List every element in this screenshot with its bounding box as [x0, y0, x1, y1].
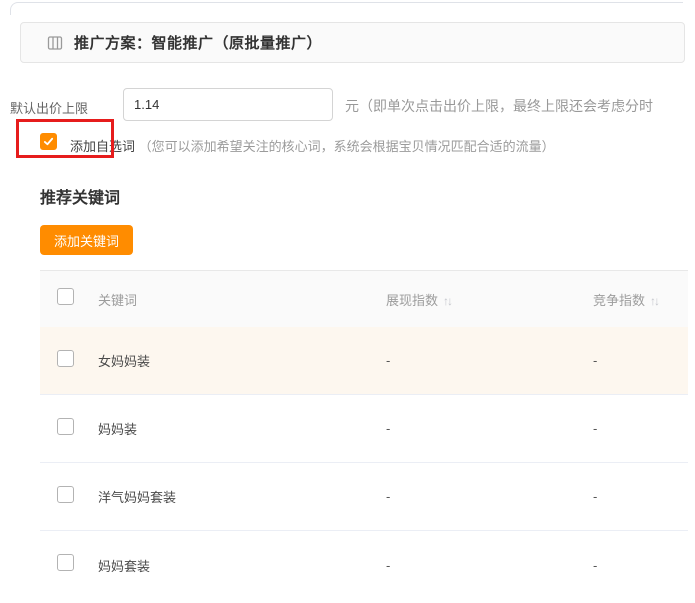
sort-icon[interactable]: ↑↓ [443, 294, 451, 308]
impression-cell: - [386, 421, 593, 436]
table-row[interactable]: 洋气妈妈套装 - - [40, 463, 688, 531]
keyword-cell: 女妈妈装 [98, 351, 386, 370]
recommended-keywords-title: 推荐关键词 [40, 184, 120, 208]
column-header-competition-label: 竞争指数 [593, 293, 645, 308]
column-header-keyword: 关键词 [98, 290, 386, 309]
competition-cell: - [593, 489, 688, 504]
keyword-cell: 妈妈套装 [98, 556, 386, 575]
add-custom-words-checkbox[interactable] [40, 133, 57, 150]
bid-limit-label: 默认出价上限 [10, 98, 88, 117]
impression-cell: - [386, 489, 593, 504]
plan-title: 推广方案：智能推广（原批量推广） [74, 32, 322, 53]
impression-cell: - [386, 558, 593, 573]
competition-cell: - [593, 558, 688, 573]
table-row[interactable]: 妈妈套装 - - [40, 531, 688, 599]
custom-words-line: 添加自选词 （您可以添加希望关注的核心词，系统会根据宝贝情况匹配合适的流量） [70, 136, 555, 155]
table-row[interactable]: 妈妈装 - - [40, 395, 688, 463]
card-top-border [10, 2, 683, 15]
add-keyword-button[interactable]: 添加关键词 [40, 225, 133, 255]
column-header-impression-label: 展现指数 [386, 293, 438, 308]
row-checkbox[interactable] [57, 486, 74, 503]
row-checkbox[interactable] [57, 554, 74, 571]
row-checkbox[interactable] [57, 418, 74, 435]
custom-words-label: 添加自选词 [70, 139, 135, 154]
competition-cell: - [593, 353, 688, 368]
custom-words-hint: （您可以添加希望关注的核心词，系统会根据宝贝情况匹配合适的流量） [139, 139, 555, 154]
impression-cell: - [386, 353, 593, 368]
check-icon [43, 136, 54, 147]
plan-header: 推广方案：智能推广（原批量推广） [20, 22, 685, 63]
plan-icon [47, 35, 63, 51]
table-row[interactable]: 女妈妈装 - - [40, 327, 688, 395]
keyword-cell: 洋气妈妈套装 [98, 487, 386, 506]
keyword-cell: 妈妈装 [98, 419, 386, 438]
bid-limit-input[interactable] [123, 88, 333, 121]
keywords-table: 关键词 展现指数 ↑↓ 竞争指数 ↑↓ 女妈妈装 - - 妈妈装 - - 洋气妈妈套… [40, 270, 688, 599]
column-header-impression: 展现指数 ↑↓ [386, 290, 593, 309]
competition-cell: - [593, 421, 688, 436]
table-header-row: 关键词 展现指数 ↑↓ 竞争指数 ↑↓ [40, 270, 688, 327]
row-checkbox[interactable] [57, 350, 74, 367]
select-all-checkbox[interactable] [57, 288, 74, 305]
sort-icon[interactable]: ↑↓ [650, 294, 658, 308]
column-header-competition: 竞争指数 ↑↓ [593, 290, 688, 309]
smart-promotion-panel: 推广方案：智能推广（原批量推广） 默认出价上限 元（即单次点击出价上限，最终上限… [0, 0, 695, 603]
bid-unit-hint: 元（即单次点击出价上限，最终上限还会考虑分时 [345, 96, 653, 116]
